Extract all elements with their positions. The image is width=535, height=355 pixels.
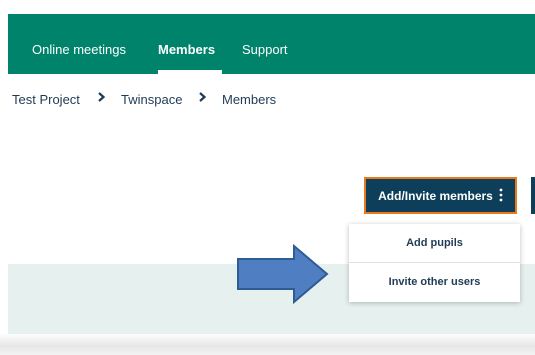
add-invite-dropdown-menu: Add pupils Invite other users — [349, 224, 520, 302]
breadcrumb-separator-icon — [198, 91, 207, 106]
breadcrumb-item-test-project[interactable]: Test Project — [12, 92, 80, 107]
nav-item-online-meetings[interactable]: Online meetings — [32, 42, 126, 57]
top-navigation-bar: Online meetings Members Support — [8, 14, 535, 74]
nav-item-members[interactable]: Members — [158, 42, 215, 57]
adjacent-button-edge[interactable] — [531, 177, 535, 214]
kebab-icon — [499, 188, 503, 203]
top-edge — [0, 0, 535, 14]
page: Online meetings Members Support Test Pro… — [0, 0, 535, 355]
menu-item-add-pupils[interactable]: Add pupils — [349, 224, 520, 262]
breadcrumb-item-members: Members — [222, 92, 277, 107]
screenshot-frame: Online meetings Members Support Test Pro… — [0, 0, 535, 355]
add-invite-members-button[interactable]: Add/Invite members — [364, 177, 517, 214]
breadcrumb-item-twinspace[interactable]: Twinspace — [121, 92, 182, 107]
bottom-edge — [0, 333, 535, 355]
menu-item-invite-other-users[interactable]: Invite other users — [349, 263, 520, 301]
add-invite-members-label: Add/Invite members — [378, 188, 493, 203]
arrow-right-icon — [237, 244, 329, 304]
breadcrumb: Test Project Twinspace Members — [8, 74, 535, 124]
nav-item-support[interactable]: Support — [242, 42, 288, 57]
breadcrumb-separator-icon — [97, 91, 106, 106]
